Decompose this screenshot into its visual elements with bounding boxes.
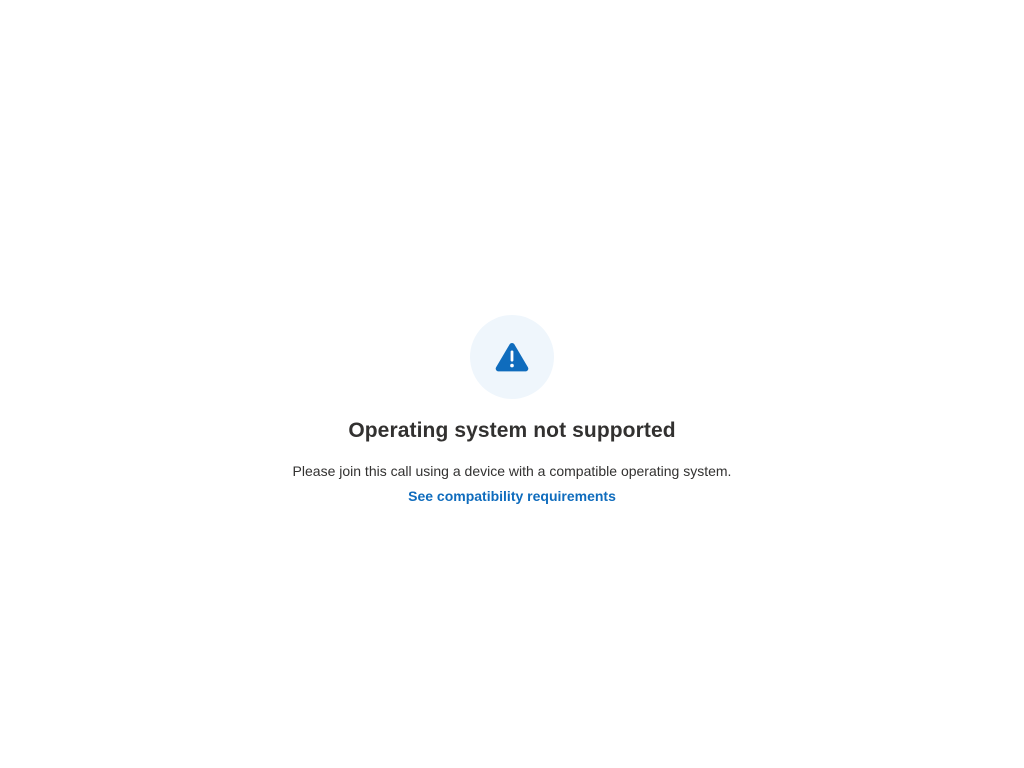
error-title: Operating system not supported <box>348 419 676 442</box>
warning-icon <box>495 343 529 372</box>
error-panel: Operating system not supported Please jo… <box>0 315 1024 506</box>
page: Operating system not supported Please jo… <box>0 0 1024 768</box>
compatibility-requirements-link[interactable]: See compatibility requirements <box>408 486 616 506</box>
error-message: Please join this call using a device wit… <box>292 463 732 479</box>
warning-icon-badge <box>470 315 554 399</box>
